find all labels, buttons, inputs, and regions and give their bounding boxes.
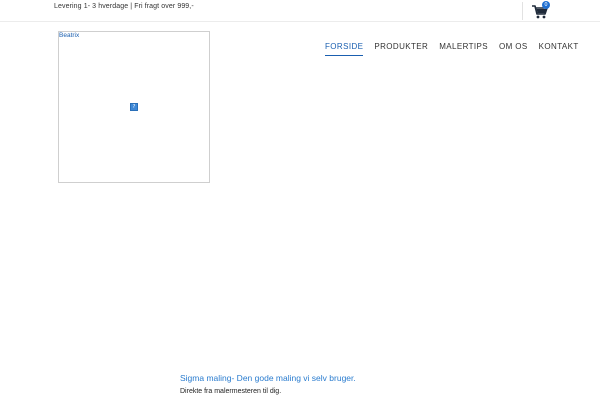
broken-image-icon: ?	[130, 103, 138, 111]
nav-item-malertips[interactable]: MALERTIPS	[439, 42, 488, 54]
site-logo[interactable]: Beatrix ?	[58, 31, 210, 183]
nav-item-kontakt[interactable]: KONTAKT	[539, 42, 579, 54]
topbar-divider	[522, 2, 523, 20]
nav-item-forside[interactable]: FORSIDE	[325, 42, 364, 56]
nav-item-produkter[interactable]: PRODUKTER	[374, 42, 428, 54]
nav-item-om-os[interactable]: OM OS	[499, 42, 528, 54]
hero-subline: Direkte fra malermesteren til dig.	[180, 388, 282, 395]
main-navigation: FORSIDE PRODUKTER MALERTIPS OM OS KONTAK…	[325, 42, 590, 56]
top-info-bar: Levering 1- 3 hverdage | Fri fragt over …	[0, 0, 600, 22]
shipping-info-text: Levering 1- 3 hverdage | Fri fragt over …	[54, 3, 194, 10]
cart-count-badge: 0	[542, 1, 550, 9]
logo-alt-text: Beatrix	[59, 32, 80, 39]
hero-tagline: Sigma maling- Den gode maling vi selv br…	[180, 373, 356, 383]
